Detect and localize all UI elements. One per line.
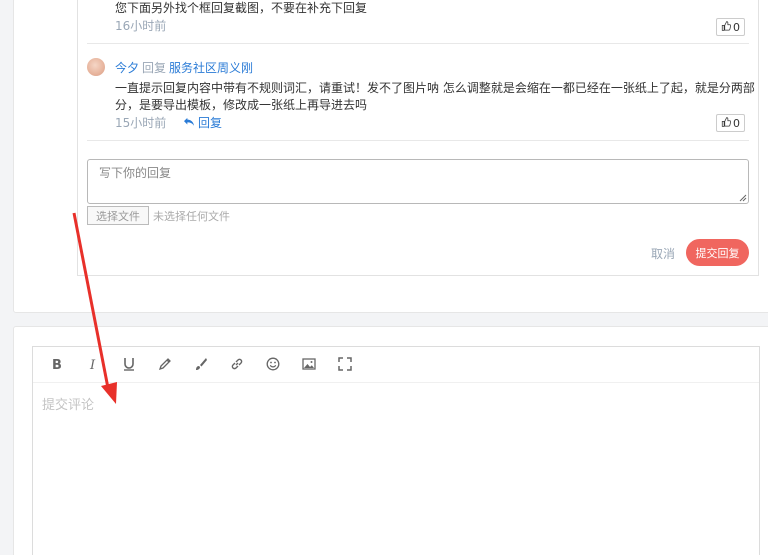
reply-thread-box: [77, 0, 759, 276]
thumbs-up-icon: [721, 116, 732, 130]
reply-target[interactable]: 服务社区周义刚: [169, 61, 253, 75]
link-icon[interactable]: [228, 355, 246, 373]
comment-divider: [87, 43, 749, 44]
reply-word: 回复: [142, 61, 167, 75]
fullscreen-icon[interactable]: [336, 355, 354, 373]
avatar[interactable]: [87, 58, 105, 76]
like-count: 0: [733, 116, 740, 130]
pencil-icon[interactable]: [156, 355, 174, 373]
bold-icon[interactable]: B: [48, 355, 66, 373]
comment-author-line: 今夕 回复 服务社区周义刚: [115, 59, 253, 76]
emoji-icon[interactable]: [264, 355, 282, 373]
svg-text:I: I: [89, 358, 96, 371]
file-status: 未选择任何文件: [153, 210, 230, 223]
thumbs-up-icon: [721, 20, 732, 34]
editor-toolbar: [33, 347, 759, 383]
underline-icon[interactable]: [120, 355, 138, 373]
image-icon[interactable]: [300, 355, 318, 373]
reply-textarea[interactable]: [87, 159, 749, 204]
like-count: 0: [733, 20, 740, 34]
resize-grip-icon[interactable]: [738, 193, 747, 202]
comment-text: 您下面另外找个框回复截图，不要在补充下回复: [115, 1, 368, 15]
svg-text:B: B: [52, 358, 62, 371]
reply-link[interactable]: 回复: [183, 114, 222, 131]
italic-icon[interactable]: I: [84, 355, 102, 373]
comment-time: 16小时前: [115, 19, 167, 33]
comment-time: 15小时前: [115, 116, 167, 130]
cancel-button[interactable]: 取消: [651, 245, 675, 262]
reply-arrow-icon: [183, 116, 195, 130]
comment-divider: [87, 140, 749, 141]
comment-text-line-1: 一直提示回复内容中带有不规则词汇，请重试！发不了图片呐 怎么调整就是会缩在一都已…: [115, 81, 755, 95]
editor-placeholder[interactable]: 提交评论: [42, 394, 94, 413]
choose-file-button[interactable]: 选择文件: [87, 206, 149, 225]
reply-link-label: 回复: [198, 116, 223, 130]
comment-author[interactable]: 今夕: [115, 61, 139, 75]
comment-text-line-2: 分，是要导出模板，修改成一张纸上再导进去吗: [115, 98, 368, 112]
brush-icon[interactable]: [192, 355, 210, 373]
like-button[interactable]: 0: [716, 18, 745, 36]
like-button[interactable]: 0: [716, 114, 745, 132]
submit-reply-button[interactable]: 提交回复: [686, 239, 749, 266]
